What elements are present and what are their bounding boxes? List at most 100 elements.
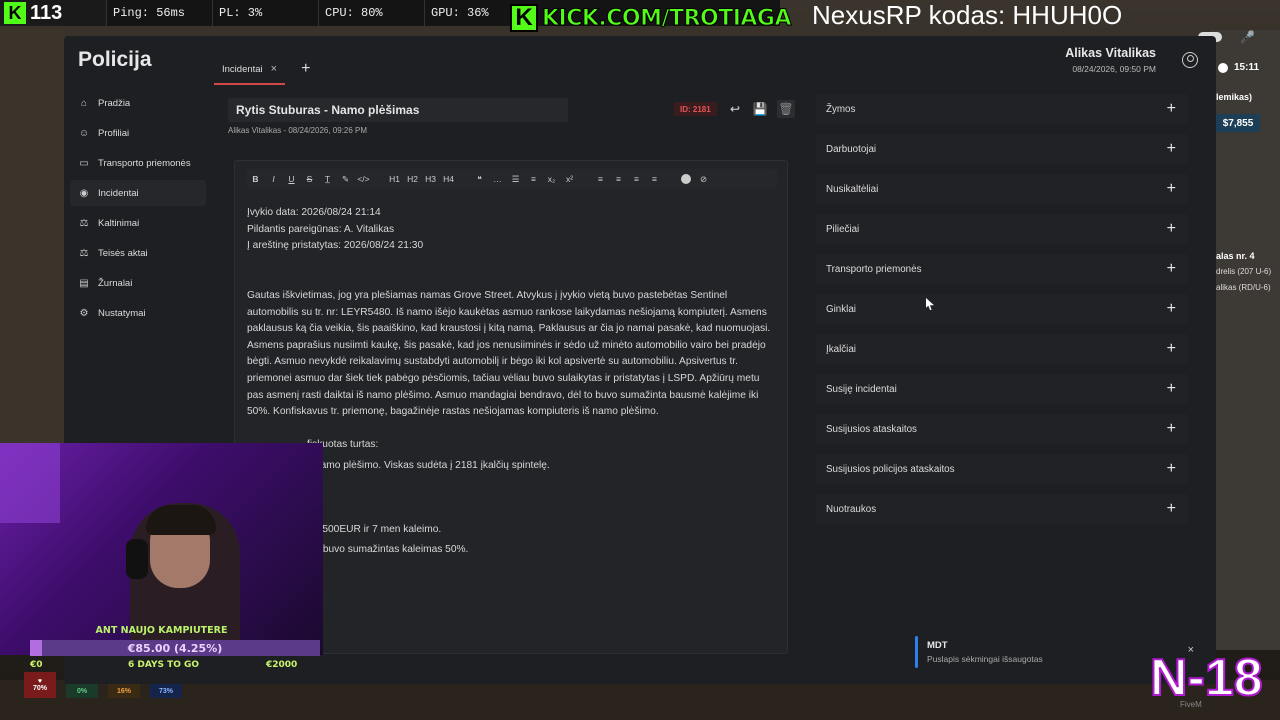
player-status: ♥ 70% 0% 16% 73% <box>24 672 182 698</box>
hud-label: lemikas) <box>1216 92 1253 102</box>
clock-icon <box>1218 62 1228 73</box>
add-icon[interactable]: + <box>1167 420 1176 438</box>
add-icon[interactable]: + <box>1167 220 1176 238</box>
sidebar-item-label: Teisės aktai <box>98 247 148 259</box>
fps-counter: K 113 <box>0 0 106 26</box>
add-icon[interactable]: + <box>1167 140 1176 158</box>
subscript-button[interactable]: x₂ <box>543 170 560 188</box>
section-label: Transporto priemonės <box>826 263 922 275</box>
clear-format-button[interactable]: T̲ <box>319 170 336 188</box>
section-evidence[interactable]: Įkalčiai + <box>816 334 1188 364</box>
italic-button[interactable]: I <box>265 170 282 188</box>
user-info: Alikas Vitalikas 08/24/2026, 09:50 PM <box>1065 46 1156 74</box>
add-icon[interactable]: + <box>1167 260 1176 278</box>
kick-logo-icon: K <box>510 4 538 32</box>
add-icon[interactable]: + <box>1167 380 1176 398</box>
heading2-button[interactable]: H2 <box>404 170 421 188</box>
sidebar-item-charges[interactable]: ⚖ Kaltinimai <box>70 210 206 236</box>
add-icon[interactable]: + <box>1167 500 1176 518</box>
heading4-button[interactable]: H4 <box>440 170 457 188</box>
more-button[interactable]: … <box>489 170 506 188</box>
section-label: Nuotraukos <box>826 503 877 515</box>
sidebar: ⌂ Pradžia ☺ Profiliai ▭ Transporto priem… <box>70 90 206 330</box>
sidebar-item-label: Nustatymai <box>98 307 146 319</box>
section-related-incidents[interactable]: Susiję incidentai + <box>816 374 1188 404</box>
gavel-icon: ⚖ <box>79 217 89 229</box>
section-criminals[interactable]: Nusikaltėliai + <box>816 174 1188 204</box>
server-code: NexusRP kodas: HHUH0O <box>812 0 1123 30</box>
delete-icon[interactable]: 🗑 <box>777 100 795 118</box>
sidebar-item-incidents[interactable]: ◉ Incidentai <box>70 180 206 206</box>
section-citizens[interactable]: Piliečiai + <box>816 214 1188 244</box>
add-icon[interactable]: + <box>1167 300 1176 318</box>
bold-button[interactable]: B <box>247 170 264 188</box>
report-line: fiskuotas turtas: <box>307 439 379 451</box>
goal-days: 6 DAYS TO GO <box>128 660 200 670</box>
car-icon: ▭ <box>79 157 89 169</box>
tab-label: Incidentai <box>222 63 263 75</box>
section-officers[interactable]: Darbuotojai + <box>816 134 1188 164</box>
sidebar-item-home[interactable]: ⌂ Pradžia <box>70 90 206 116</box>
section-vehicles[interactable]: Transporto priemonės + <box>816 254 1188 284</box>
clear-color-icon[interactable]: ⊘ <box>695 170 712 188</box>
section-photos[interactable]: Nuotraukos + <box>816 494 1188 524</box>
toast-accent <box>915 636 918 668</box>
section-tags[interactable]: Žymos + <box>816 94 1188 124</box>
gear-icon: ⚙ <box>79 307 89 319</box>
highlight-button[interactable]: ✎ <box>337 170 354 188</box>
account-icon[interactable] <box>1182 52 1198 68</box>
close-icon[interactable]: × <box>271 63 277 75</box>
section-related-police-reports[interactable]: Susijusios policijos ataskaitos + <box>816 454 1188 484</box>
sidebar-item-label: Žurnalai <box>98 277 133 289</box>
code-button[interactable]: </> <box>355 170 372 188</box>
section-related-reports[interactable]: Susijusios ataskaitos + <box>816 414 1188 444</box>
underline-button[interactable]: U <box>283 170 300 188</box>
align-left-button[interactable]: ≡ <box>592 170 609 188</box>
sidebar-item-logs[interactable]: ▤ Žurnalai <box>70 270 206 296</box>
cpu-stat: CPU: 80% <box>318 0 424 26</box>
sidebar-item-profiles[interactable]: ☺ Profiliai <box>70 120 206 146</box>
strikethrough-button[interactable]: S <box>301 170 318 188</box>
tab-incidents[interactable]: Incidentai × <box>214 61 286 85</box>
add-icon[interactable]: + <box>1167 180 1176 198</box>
report-line: 13500EUR ir 7 men kaleimo. <box>311 523 442 535</box>
hud-list-header: alas nr. 4 <box>1216 251 1255 261</box>
game-background-left <box>0 30 64 450</box>
sidebar-item-legislation[interactable]: ⚖ Teisės aktai <box>70 240 206 266</box>
add-icon[interactable]: + <box>1167 100 1176 118</box>
thirst-stat: 73% <box>150 684 182 698</box>
undo-icon[interactable]: ↩ <box>726 100 744 118</box>
add-tab-button[interactable]: + <box>295 60 316 86</box>
align-center-button[interactable]: ≡ <box>610 170 627 188</box>
add-icon[interactable]: + <box>1167 340 1176 358</box>
align-right-button[interactable]: ≡ <box>628 170 645 188</box>
quote-button[interactable]: ❝ <box>471 170 488 188</box>
sidebar-item-settings[interactable]: ⚙ Nustatymai <box>70 300 206 326</box>
sidebar-item-label: Incidentai <box>98 187 139 199</box>
toast-title: MDT <box>927 640 948 651</box>
heading1-button[interactable]: H1 <box>386 170 403 188</box>
goal-amount: €85.00 (4.25%) <box>127 642 223 655</box>
heading3-button[interactable]: H3 <box>422 170 439 188</box>
report-line: š namo plėšimo. Viskas sudėta į 2181 įka… <box>307 459 550 471</box>
superscript-button[interactable]: x² <box>561 170 578 188</box>
color-icon[interactable] <box>677 170 694 188</box>
section-label: Ginklai <box>826 303 856 315</box>
sidebar-item-vehicles[interactable]: ▭ Transporto priemonės <box>70 150 206 176</box>
report-line: Įvykio data: 2026/08/24 21:14 <box>247 207 381 218</box>
bullet-list-button[interactable]: ☰ <box>507 170 524 188</box>
section-weapons[interactable]: Ginklai + <box>816 294 1188 324</box>
section-label: Darbuotojai <box>826 143 877 155</box>
linked-sections: Žymos + Darbuotojai + Nusikaltėliai + Pilie… <box>816 94 1188 534</box>
book-icon: ▤ <box>79 277 89 289</box>
watermark: FiveM <box>1180 700 1202 709</box>
add-icon[interactable]: + <box>1167 460 1176 478</box>
gpu-stat: GPU: 36% <box>424 0 504 26</box>
align-justify-button[interactable]: ≡ <box>646 170 663 188</box>
ordered-list-button[interactable]: ≡ <box>525 170 542 188</box>
incident-title-input[interactable]: Rytis Stuburas - Namo plėšimas <box>228 98 568 122</box>
goal-title: ANT NAUJO KAMPIUTERE <box>95 625 228 636</box>
save-icon[interactable]: 💾 <box>751 100 769 118</box>
report-content[interactable]: Įvykio data: 2026/08/24 21:14 Pildantis … <box>247 205 777 559</box>
kick-logo-icon: K <box>4 2 26 24</box>
